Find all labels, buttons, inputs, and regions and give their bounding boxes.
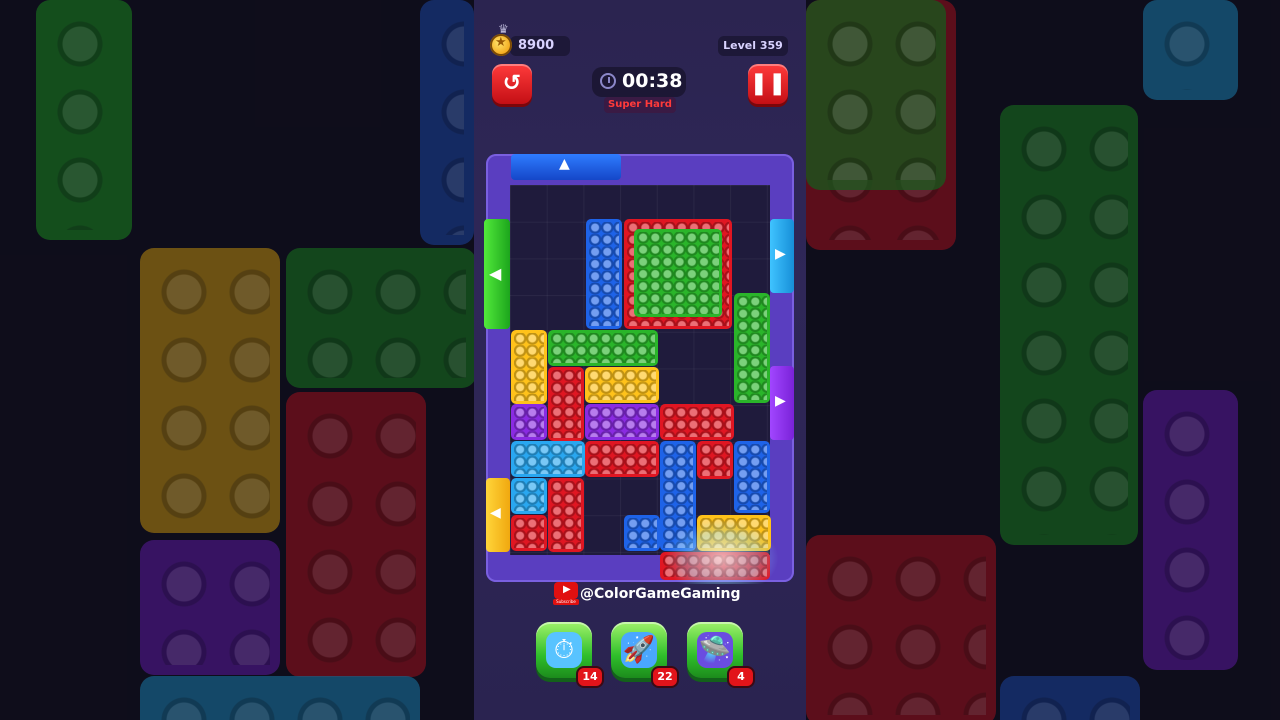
- play-icon: ▶: [563, 584, 571, 595]
- booster-count: 22: [653, 668, 677, 686]
- exit-gate-left-green: ◀: [484, 219, 510, 329]
- puzzle-block-red[interactable]: [548, 478, 584, 552]
- arrow-left-icon: ◀: [490, 505, 501, 521]
- puzzle-block-green[interactable]: [734, 293, 770, 403]
- star-icon: ★: [495, 35, 507, 50]
- timer-value: 00:38: [622, 70, 683, 92]
- puzzle-block-blue-outline[interactable]: [624, 515, 660, 551]
- subscribe-label: Subscribe: [553, 599, 579, 605]
- exit-gate-top-blue: ▲: [511, 154, 621, 180]
- restart-icon: ↺: [502, 71, 522, 96]
- pause-button[interactable]: ❚❚: [748, 64, 788, 104]
- puzzle-block-purple[interactable]: [511, 404, 547, 440]
- difficulty-label: Super Hard: [604, 97, 676, 113]
- puzzle-block-red[interactable]: [585, 441, 659, 477]
- puzzle-block-cyan[interactable]: [511, 478, 547, 514]
- arrow-left-icon: ◀: [489, 264, 502, 283]
- exit-gate-right-purple: ▶: [770, 366, 794, 440]
- puzzle-block-green-inner[interactable]: [634, 229, 722, 317]
- water-splash-effect: [664, 520, 779, 584]
- timer-box: 00:38: [592, 67, 686, 97]
- coin-counter: 8900: [510, 36, 570, 56]
- arrow-up-icon: ▲: [559, 156, 570, 172]
- channel-handle: @ColorGameGaming: [580, 586, 741, 602]
- game-screen: ♛ 8900 ★ Level 359 ↺ ❚❚ 00:38 Super Hard…: [474, 0, 806, 720]
- puzzle-block-green[interactable]: [548, 330, 658, 366]
- level-badge: Level 359: [718, 36, 788, 56]
- puzzle-block-cyan[interactable]: [511, 441, 585, 477]
- puzzle-block-red[interactable]: [511, 515, 547, 551]
- exit-gate-right-cyan: ▶: [770, 219, 794, 293]
- arrow-right-icon: ▶: [775, 393, 786, 409]
- restart-button[interactable]: ↺: [492, 64, 532, 104]
- ufo-icon: 🛸: [697, 632, 733, 668]
- booster-freeze-clock[interactable]: ⏱ 14: [536, 622, 602, 686]
- booster-ufo[interactable]: 🛸 4: [687, 622, 753, 686]
- puzzle-block-blue[interactable]: [586, 219, 622, 329]
- clock-freeze-icon: ⏱: [546, 632, 582, 668]
- coin-count: 8900: [518, 38, 555, 53]
- puzzle-block-blue[interactable]: [734, 441, 770, 513]
- puzzle-block-purple[interactable]: [585, 404, 659, 440]
- puzzle-block-yellow[interactable]: [585, 367, 659, 403]
- exit-gate-left-yellow: ◀: [486, 478, 510, 552]
- arrow-right-icon: ▶: [775, 246, 786, 262]
- puzzle-block-red[interactable]: [660, 404, 734, 440]
- puzzle-block-red[interactable]: [697, 441, 733, 479]
- booster-rocket[interactable]: 🚀 22: [611, 622, 677, 686]
- pause-icon: ❚❚: [749, 71, 787, 96]
- puzzle-block-yellow[interactable]: [511, 330, 547, 404]
- clock-icon: [600, 73, 616, 89]
- puzzle-block-red[interactable]: [548, 367, 584, 441]
- booster-count: 14: [578, 668, 602, 686]
- level-label: Level 359: [723, 39, 783, 52]
- booster-count: 4: [729, 668, 753, 686]
- rocket-icon: 🚀: [621, 632, 657, 668]
